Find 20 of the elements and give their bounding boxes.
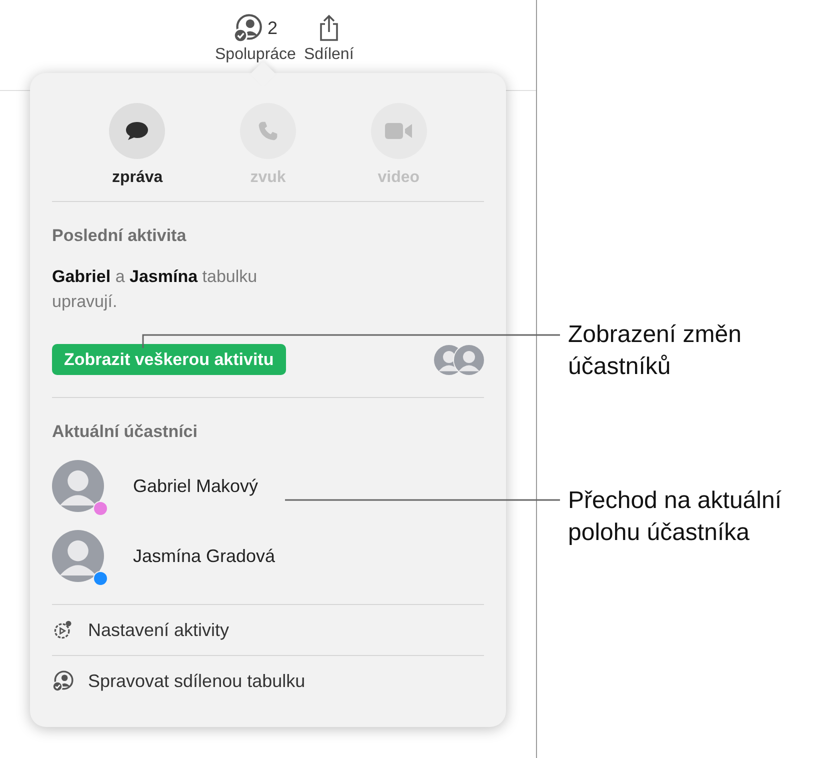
menu-item[interactable]: Nastavení aktivity	[52, 602, 484, 658]
share-button[interactable]: Sdílení	[304, 12, 354, 64]
participant-item[interactable]: Gabriel Makový	[52, 460, 484, 512]
section-heading: Aktuální účastníci	[52, 422, 198, 442]
callout-text: Přechod na aktuální polohu účastníka	[568, 486, 782, 548]
avatar-icon	[52, 460, 104, 512]
collaborate-icon	[233, 13, 264, 43]
collaborate-button[interactable]: 2 Spolupráce	[215, 12, 296, 64]
activity-summary: Gabriel a Jasmína tabulku upravují.	[52, 266, 258, 313]
message-button[interactable]: zpráva	[92, 103, 182, 187]
section-heading: Poslední aktivita	[52, 226, 188, 246]
avatar-icon	[454, 344, 484, 374]
participant-item[interactable]: Jasmína Gradová	[52, 530, 484, 582]
phone-icon	[256, 120, 279, 142]
video-camera-icon	[384, 122, 413, 140]
speech-bubble-icon	[125, 120, 150, 142]
avatar-icon	[52, 530, 104, 582]
collaborate-icon	[52, 670, 74, 692]
callout-text: Zobrazení změn účastníků	[568, 320, 742, 382]
participant-count: 2	[267, 18, 278, 38]
